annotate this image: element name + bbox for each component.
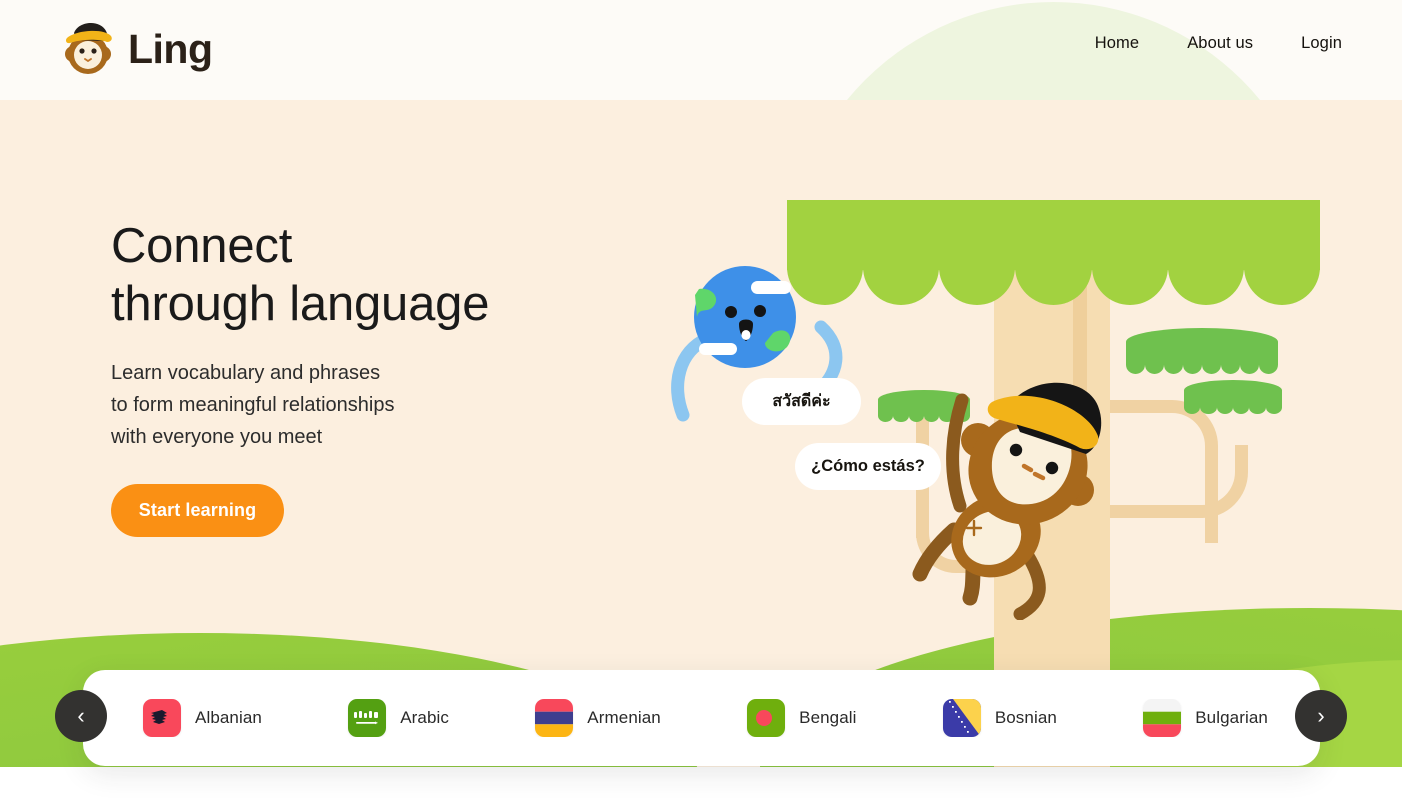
saudi-arabia-flag-icon xyxy=(348,699,387,737)
page-root: สวัสดีค่ะ ¿Cómo estás? Ling Home About u… xyxy=(0,0,1402,800)
carousel-prev-button[interactable]: ‹ xyxy=(55,690,107,742)
chevron-right-icon: › xyxy=(1317,703,1325,728)
hero-headline-line-1: Connect xyxy=(111,218,293,273)
language-carousel: Albanian Arabic Armenian Bengali Bosnian… xyxy=(83,670,1320,766)
language-label: Bengali xyxy=(799,708,857,727)
hero-headline: Connect through language xyxy=(111,217,489,333)
speech-bubble-thai: สวัสดีค่ะ xyxy=(742,378,861,425)
language-label: Bulgarian xyxy=(1195,708,1268,727)
nav-item-about-us[interactable]: About us xyxy=(1187,34,1253,53)
monkey-mascot-icon xyxy=(900,360,1130,621)
language-item-arabic[interactable]: Arabic xyxy=(348,699,449,737)
language-label: Arabic xyxy=(400,708,450,727)
armenia-flag-icon xyxy=(535,699,574,737)
language-item-bulgarian[interactable]: Bulgarian xyxy=(1143,699,1268,737)
nav-item-login[interactable]: Login xyxy=(1301,34,1342,53)
language-carousel-track: Albanian Arabic Armenian Bengali Bosnian… xyxy=(83,699,1320,737)
language-item-bengali[interactable]: Bengali xyxy=(747,699,856,737)
hero-subcopy-line-1: Learn vocabulary and phrases xyxy=(111,362,381,384)
albania-flag-icon xyxy=(143,699,181,737)
start-learning-button[interactable]: Start learning xyxy=(111,484,284,537)
speech-bubble-thai-text: สวัสดีค่ะ xyxy=(772,393,831,410)
bosnia-flag-icon xyxy=(942,699,981,737)
leaf-canopy-right-lower-icon xyxy=(1184,380,1282,414)
hero-subcopy-line-2: to form meaningful relationships xyxy=(111,394,395,416)
hero-headline-line-2: through language xyxy=(111,276,490,331)
language-item-armenian[interactable]: Armenian xyxy=(535,699,661,737)
language-label: Armenian xyxy=(587,708,661,727)
tree-canopy-scallops xyxy=(787,255,1320,305)
carousel-next-button[interactable]: › xyxy=(1295,690,1347,742)
bangladesh-flag-icon xyxy=(747,699,786,737)
language-label: Albanian xyxy=(195,708,262,727)
hero-subcopy-line-3: with everyone you meet xyxy=(111,426,323,448)
language-item-albanian[interactable]: Albanian xyxy=(143,699,262,737)
bulgaria-flag-icon xyxy=(1143,699,1182,737)
logo-wordmark: Ling xyxy=(128,25,213,72)
chevron-left-icon: ‹ xyxy=(77,703,85,728)
site-logo[interactable]: Ling xyxy=(60,18,213,78)
monkey-with-hat-icon xyxy=(65,22,112,74)
language-label: Bosnian xyxy=(994,708,1057,727)
hero-subcopy: Learn vocabulary and phrases to form mea… xyxy=(111,357,394,453)
nav-item-home[interactable]: Home xyxy=(1095,34,1139,53)
leaf-canopy-right-upper-icon xyxy=(1126,328,1278,374)
language-item-bosnian[interactable]: Bosnian xyxy=(942,699,1057,737)
main-nav: Home About us Login xyxy=(1095,34,1342,53)
